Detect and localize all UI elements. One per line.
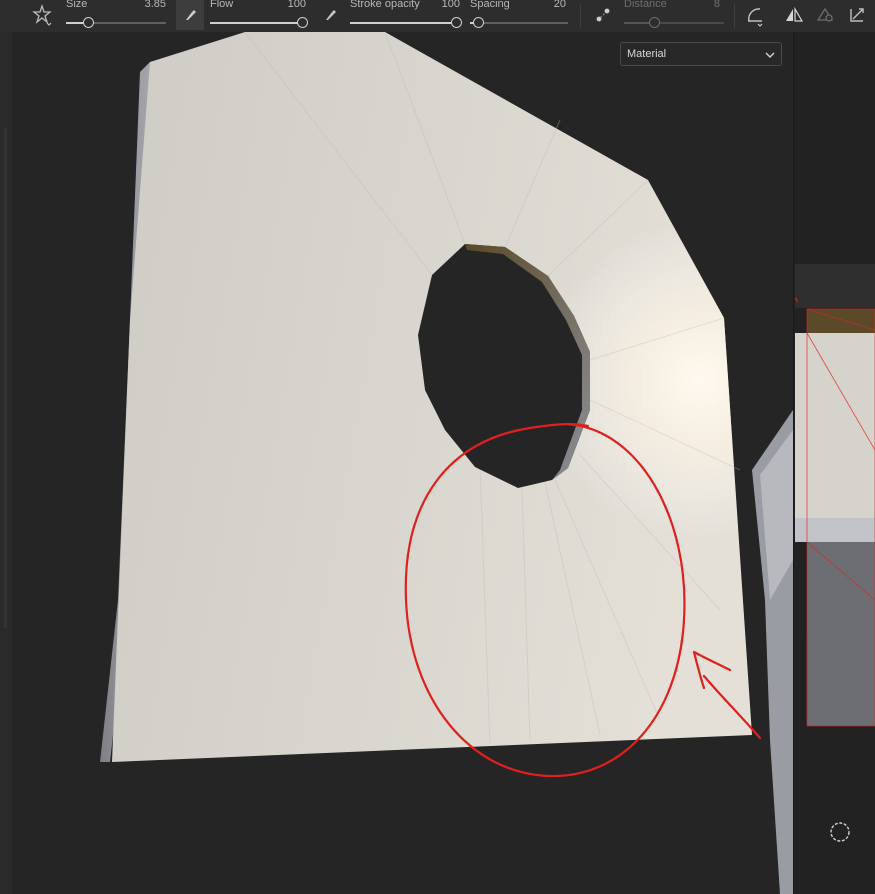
channel-select[interactable]: Material [620,42,782,66]
channel-select-value: Material [627,48,667,60]
uv-island [807,542,875,726]
uv-island [807,309,875,333]
mesh-front-face [112,31,752,762]
viewport-scene[interactable] [0,0,875,894]
camera-circle-icon[interactable] [828,820,852,844]
uv-panel-header [795,264,875,308]
chevron-down-icon [765,48,775,66]
